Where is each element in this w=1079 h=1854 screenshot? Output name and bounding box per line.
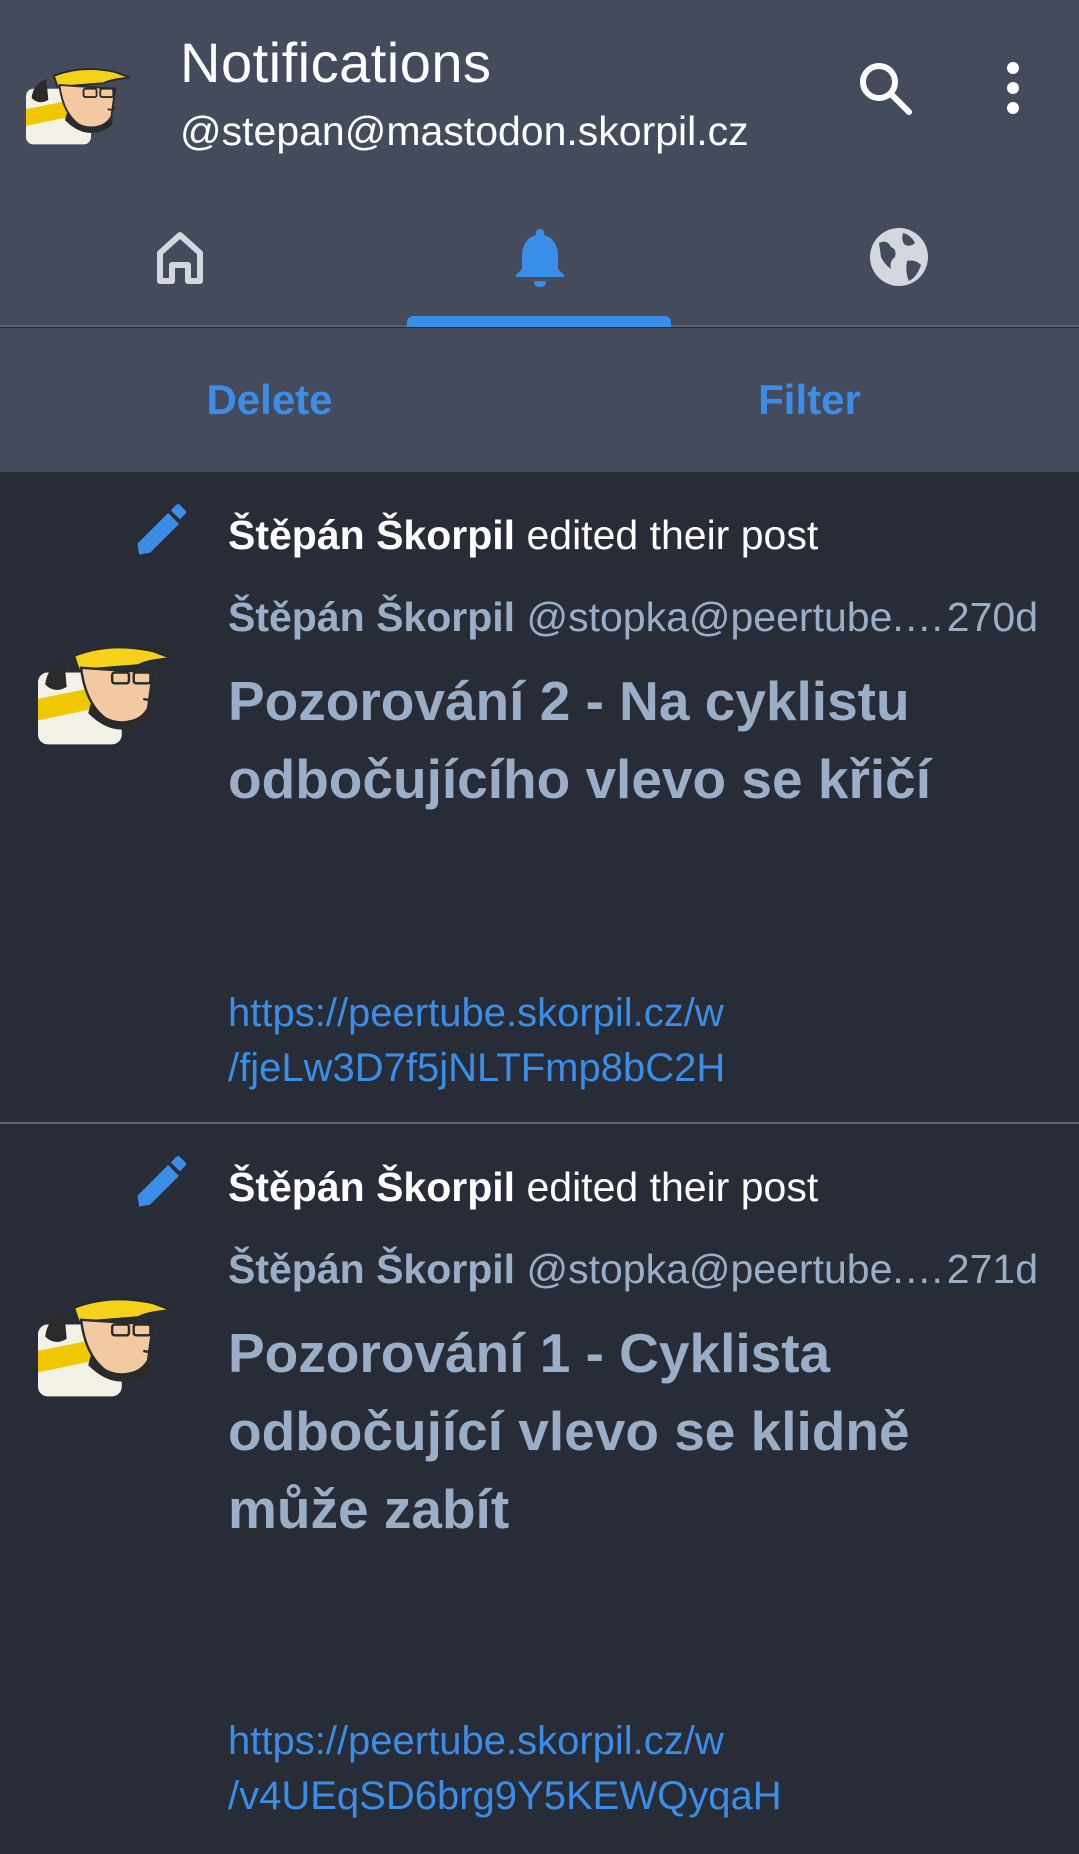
account-avatar[interactable] bbox=[25, 50, 131, 146]
top-app-bar: Notifications @stepan@mastodon.skorpil.c… bbox=[0, 0, 1079, 190]
post-title: Pozorování 1 - Cyklista odbočující vlevo… bbox=[228, 1322, 910, 1540]
post-link[interactable]: https://peertube.skorpil.cz/w /v4UEqSD6b… bbox=[228, 1714, 1048, 1824]
post-link-line-1[interactable]: https://peertube.skorpil.cz/w bbox=[228, 1714, 1048, 1769]
tab-home[interactable] bbox=[0, 190, 360, 325]
post-author-avatar[interactable] bbox=[36, 622, 174, 747]
tab-notifications[interactable] bbox=[360, 190, 720, 325]
notification-text: Štěpán Škorpil edited their post bbox=[228, 512, 818, 559]
post-timestamp: 271d bbox=[946, 1246, 1038, 1293]
post-link-line-2[interactable]: /v4UEqSD6brg9Y5KEWQyqaH bbox=[228, 1769, 1048, 1824]
page-title: Notifications bbox=[180, 31, 492, 94]
post-link-line-2[interactable]: /fjeLw3D7f5jNLTFmp8bC2H bbox=[228, 1041, 1048, 1096]
tab-bar bbox=[0, 190, 1079, 327]
pencil-icon bbox=[132, 1156, 188, 1212]
notifications-actions-bar: Delete Filter bbox=[0, 328, 1079, 472]
post-author-handle: @stopka@peertube.… bbox=[526, 594, 945, 640]
post-meta: Štěpán Škorpil @stopka@peertube.… 270d bbox=[228, 594, 1038, 641]
more-options-icon[interactable] bbox=[996, 58, 1030, 118]
notification-actor[interactable]: Štěpán Škorpil bbox=[228, 1164, 515, 1210]
notification-item[interactable]: Štěpán Škorpil edited their post Štěpán … bbox=[0, 1124, 1079, 1854]
account-handle: @stepan@mastodon.skorpil.cz bbox=[180, 108, 749, 154]
post-author-avatar[interactable] bbox=[36, 1274, 174, 1399]
notification-item[interactable]: Štěpán Škorpil edited their post Štěpán … bbox=[0, 472, 1079, 1122]
notification-actor[interactable]: Štěpán Škorpil bbox=[228, 512, 515, 558]
notification-text: Štěpán Škorpil edited their post bbox=[228, 1164, 818, 1211]
post-link[interactable]: https://peertube.skorpil.cz/w /fjeLw3D7f… bbox=[228, 986, 1048, 1096]
post-link-line-1[interactable]: https://peertube.skorpil.cz/w bbox=[228, 986, 1048, 1041]
notifications-list: Štěpán Škorpil edited their post Štěpán … bbox=[0, 472, 1079, 1854]
bell-icon bbox=[516, 229, 564, 287]
post-author-name[interactable]: Štěpán Škorpil bbox=[228, 594, 515, 640]
post-meta: Štěpán Škorpil @stopka@peertube.… 271d bbox=[228, 1246, 1038, 1293]
filter-button[interactable]: Filter bbox=[540, 328, 1079, 472]
search-icon[interactable] bbox=[855, 58, 915, 118]
pencil-icon bbox=[132, 504, 188, 560]
delete-button[interactable]: Delete bbox=[0, 328, 539, 472]
notification-action: edited their post bbox=[526, 1164, 819, 1210]
active-tab-indicator bbox=[407, 316, 671, 327]
notification-action: edited their post bbox=[526, 512, 819, 558]
post-title: Pozorování 2 - Na cyklistu odbočujícího … bbox=[228, 670, 931, 810]
globe-icon bbox=[870, 228, 928, 286]
home-icon bbox=[157, 232, 203, 284]
post-author-handle: @stopka@peertube.… bbox=[526, 1246, 945, 1292]
post-timestamp: 270d bbox=[946, 594, 1038, 641]
post-author-name[interactable]: Štěpán Škorpil bbox=[228, 1246, 515, 1292]
tab-federated[interactable] bbox=[719, 190, 1079, 325]
